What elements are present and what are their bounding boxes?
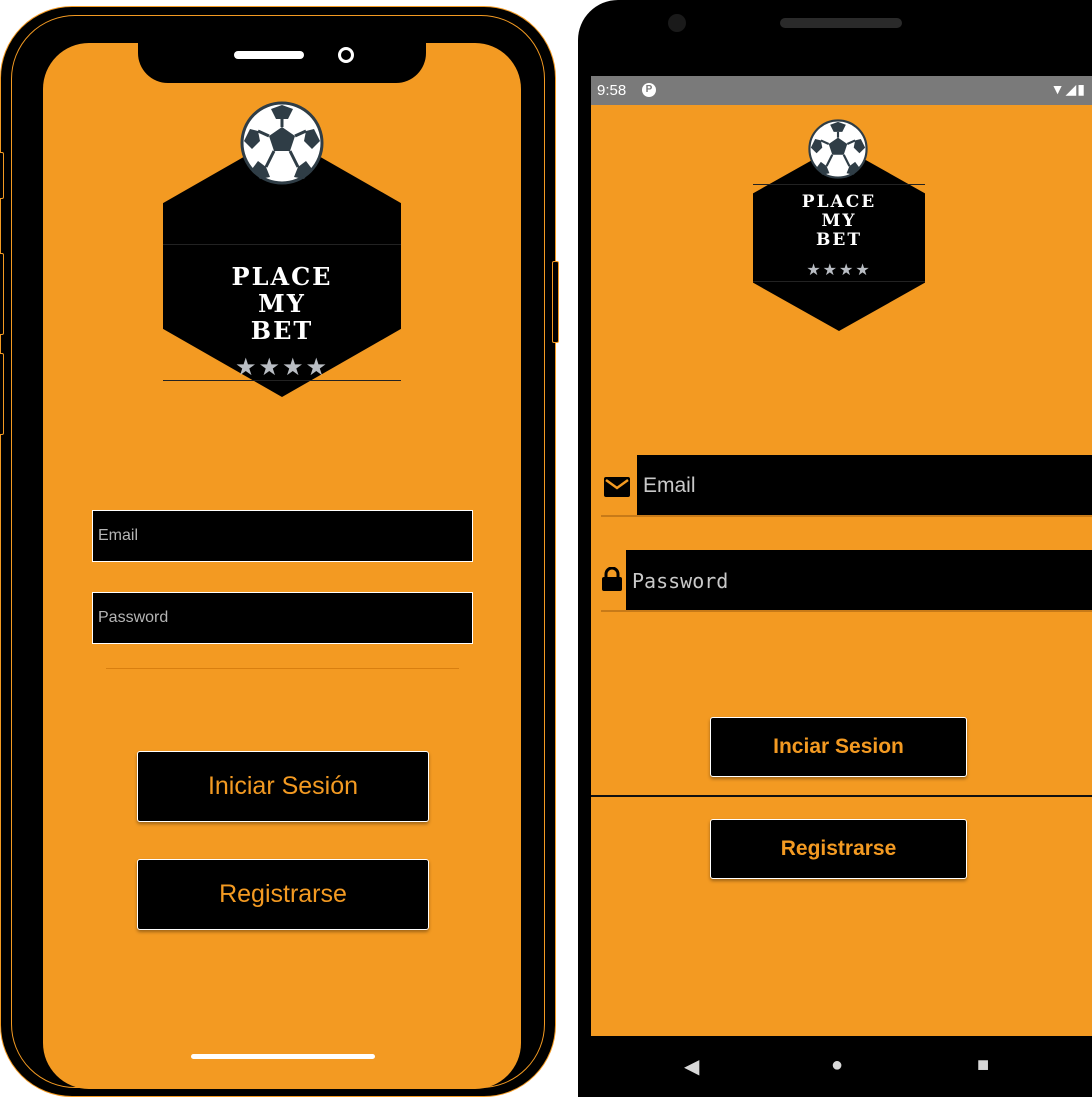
back-icon[interactable]: ◀ [684,1054,699,1079]
recents-icon[interactable]: ■ [977,1054,989,1077]
android-login-button[interactable]: Inciar Sesion [710,717,967,777]
android-screen: PLACE MY BET ★★★★ Email Password Inciar … [591,105,1092,1036]
soccer-ball-icon [240,101,324,185]
android-status-bar: 9:58 P ▼◢▮ [591,76,1092,105]
notification-app-icon: P [642,83,656,97]
android-logo-line-3: BET [816,230,862,250]
ios-phone-frame: PLACE MY BET ★★★★ Iniciar Sesión Registr… [0,6,559,1097]
soccer-ball-icon [808,119,868,179]
home-icon[interactable]: ● [831,1054,843,1077]
android-register-button[interactable]: Registrarse [710,819,967,879]
ios-logo-line-1: PLACE [231,262,333,291]
android-password-input[interactable] [626,550,1092,611]
ios-power-button [552,261,559,343]
android-front-camera [668,14,686,32]
ios-volume-up [0,253,4,335]
password-underline [601,610,1092,612]
ios-notch [138,43,426,83]
ios-home-indicator [191,1054,375,1059]
lock-icon [602,567,622,591]
android-logo-stars: ★★★★ [806,262,872,279]
android-earpiece [780,18,902,28]
android-phone-frame: 9:58 P ▼◢▮ PLACE MY BET ★★★★ Email Passw… [578,0,1092,1097]
ios-screen: PLACE MY BET ★★★★ Iniciar Sesión Registr… [43,43,521,1089]
ios-password-input[interactable] [92,592,473,644]
mail-icon [604,477,630,497]
ios-logo-line-2: MY [258,289,306,318]
ios-mute-switch [0,152,4,199]
ios-register-button[interactable]: Registrarse [137,859,429,930]
ios-logo-stars: ★★★★ [234,354,330,381]
status-time: 9:58 [597,82,627,99]
android-divider [591,795,1092,797]
android-nav-bar: ◀ ● ■ [591,1036,1092,1097]
wifi-signal-battery-icon: ▼◢▮ [1050,81,1086,97]
ios-speaker [234,51,304,59]
android-logo-line-2: MY [821,211,857,231]
ios-login-button[interactable]: Iniciar Sesión [137,751,429,822]
android-email-input[interactable] [637,455,1092,516]
ios-camera [338,47,354,63]
ios-app-logo: PLACE MY BET ★★★★ [163,97,401,397]
ios-email-input[interactable] [92,510,473,562]
ios-divider [106,668,459,669]
android-app-logo: PLACE MY BET ★★★★ [753,119,925,331]
ios-logo-line-3: BET [250,316,314,345]
email-underline [601,515,1092,517]
ios-volume-down [0,353,4,435]
android-logo-line-1: PLACE [801,192,877,212]
